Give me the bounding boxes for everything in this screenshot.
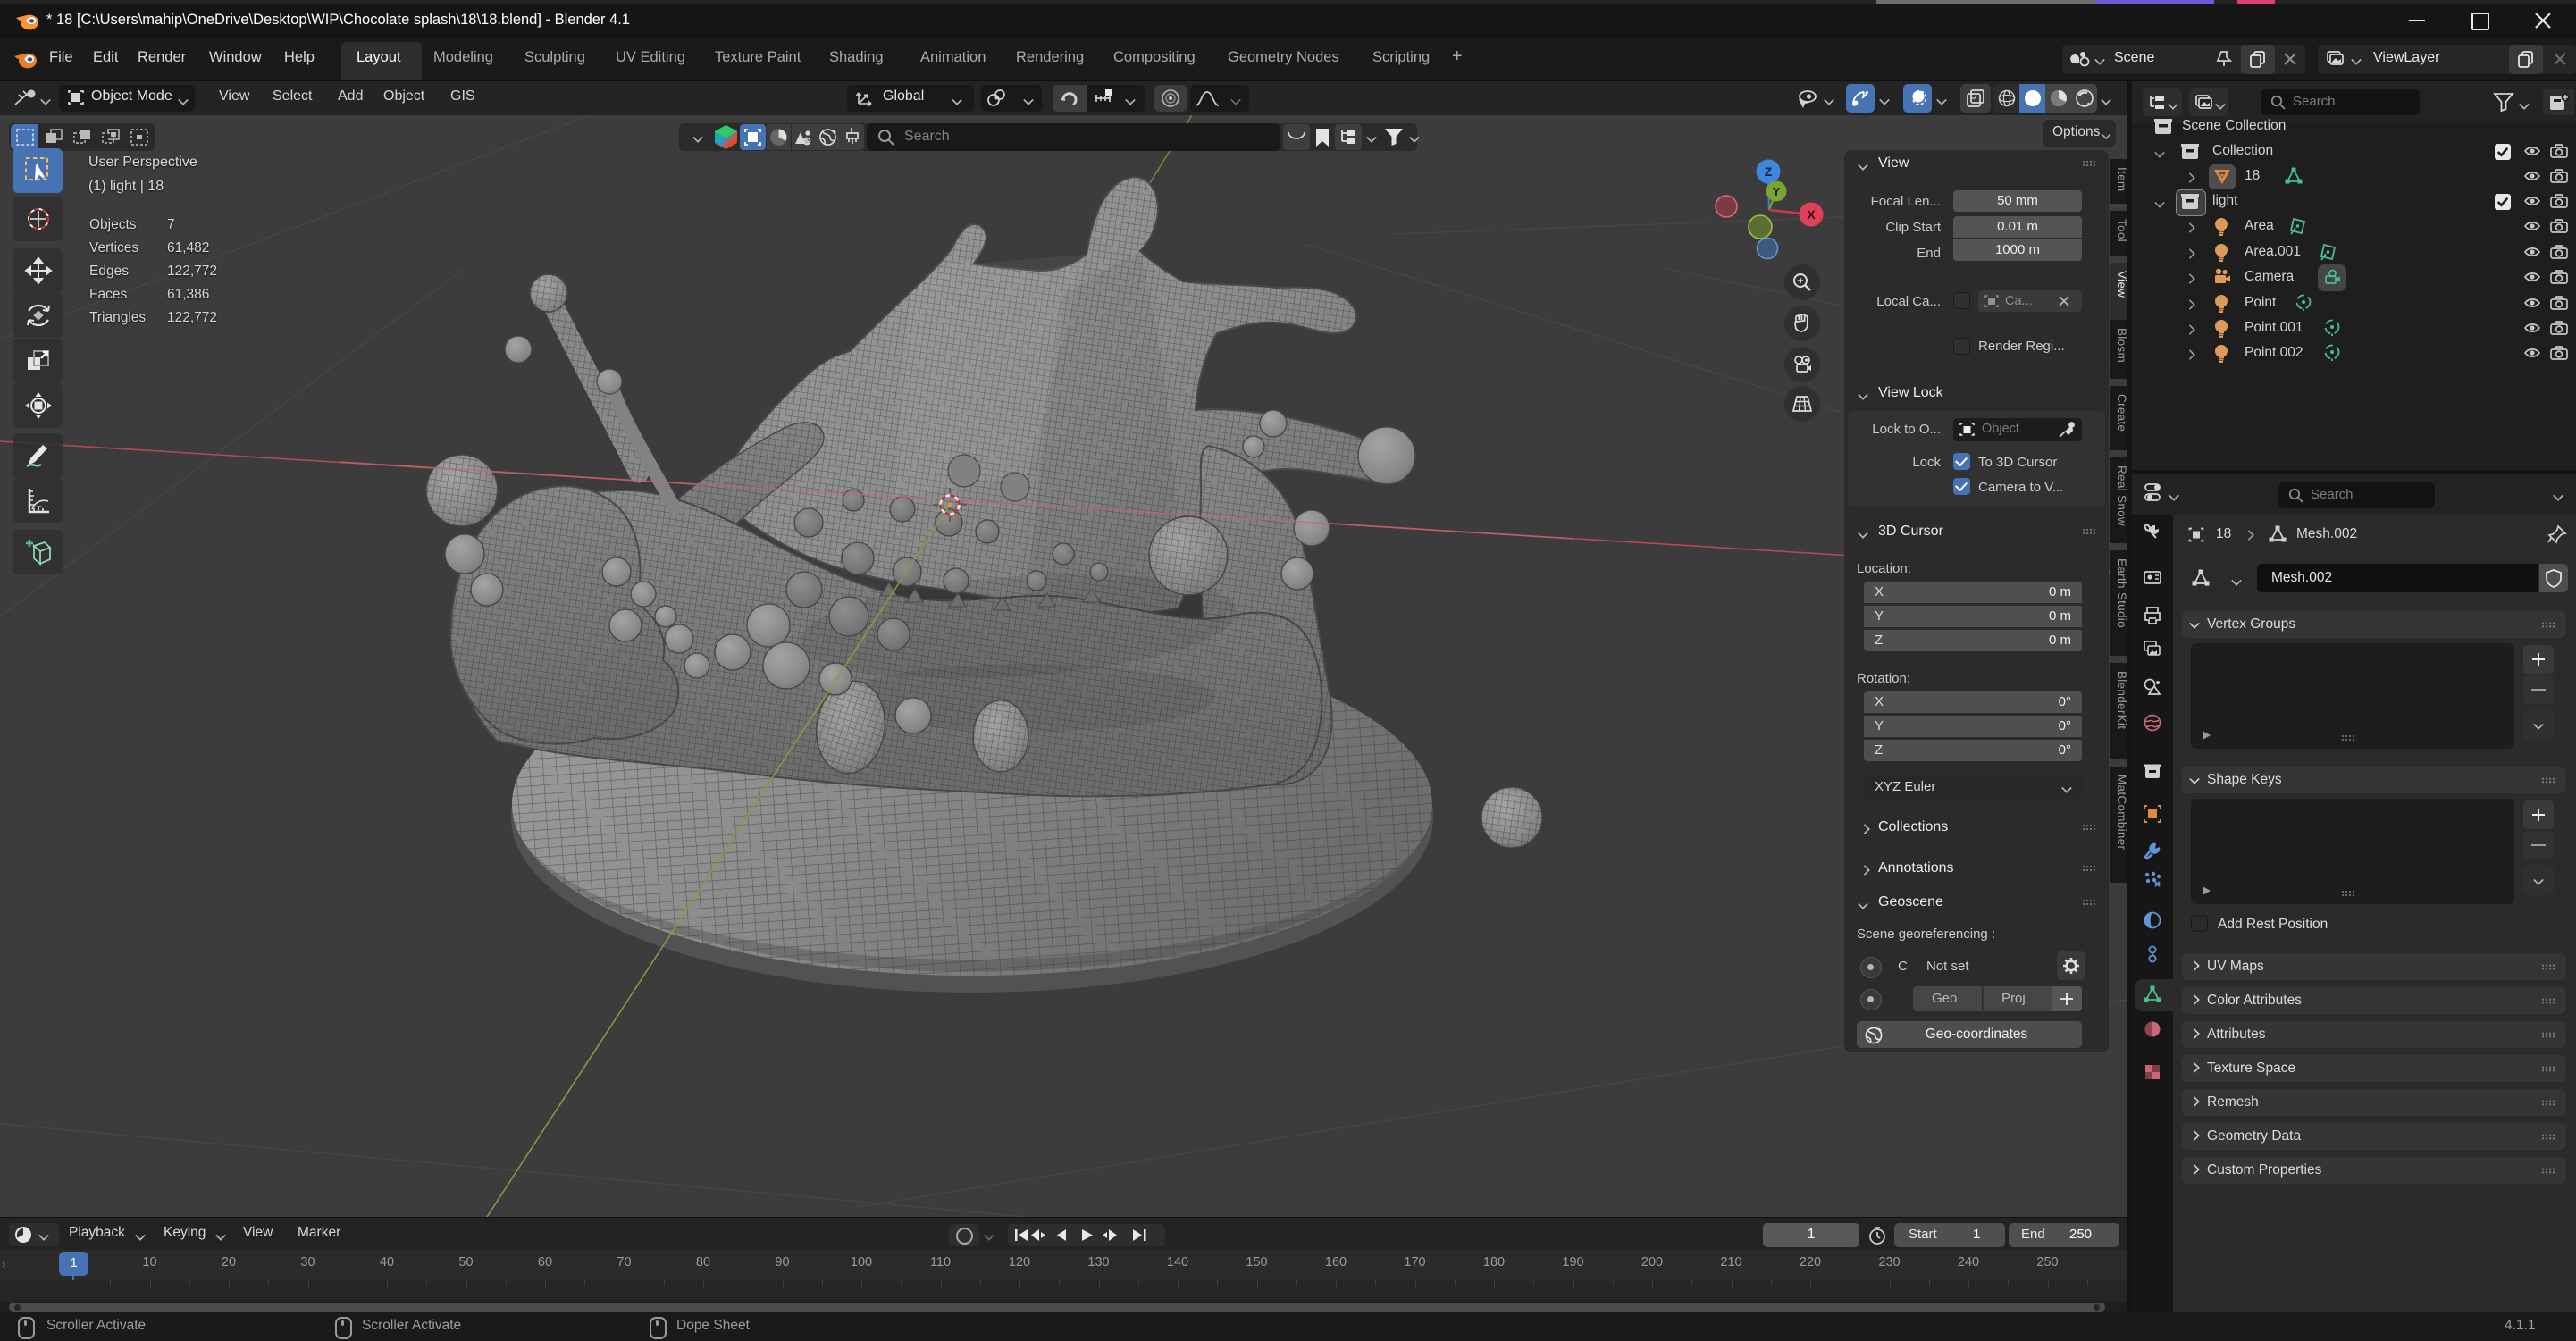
svg-text:X: X bbox=[1807, 207, 1816, 222]
svg-text:Y: Y bbox=[1773, 185, 1781, 198]
svg-text:Z: Z bbox=[1765, 164, 1773, 179]
